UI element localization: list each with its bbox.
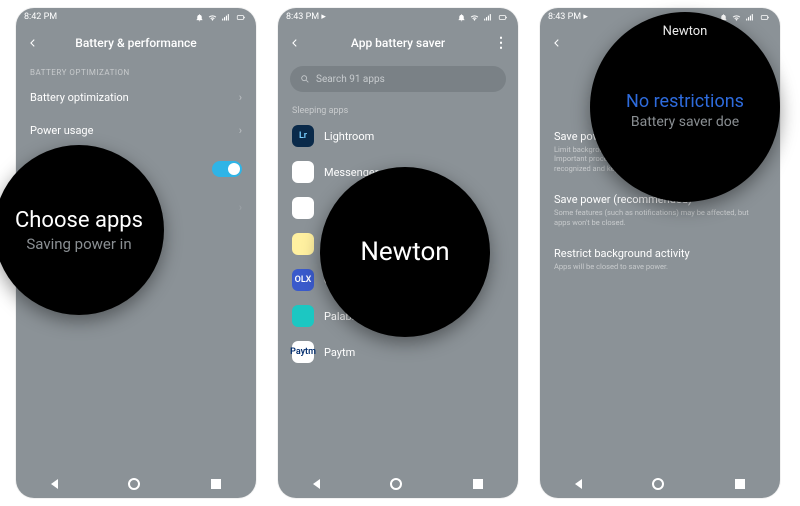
app-name: Lightroom [324,130,374,143]
back-icon[interactable] [288,36,302,50]
screen-header: App battery saver ⋮ [278,26,518,60]
nav-bar [278,470,518,498]
search-icon [300,74,310,84]
nav-home-icon[interactable] [390,478,402,490]
page-title: App battery saver [302,36,494,50]
back-icon[interactable] [26,36,40,50]
lens-title: Newton [360,237,449,267]
more-icon[interactable]: ⋮ [494,35,508,51]
nav-recents-icon[interactable] [735,479,745,489]
chevron-right-icon: › [239,201,242,214]
app-row[interactable]: Paytm Paytm [278,334,518,370]
battery-icon [234,13,248,22]
notification-off-icon [457,13,466,22]
nav-home-icon[interactable] [128,478,140,490]
app-icon [292,161,314,183]
row-battery-optimization[interactable]: Battery optimization › [16,81,256,114]
row-power-usage[interactable]: Power usage › [16,114,256,147]
search-input[interactable]: Search 91 apps [290,66,506,92]
magnifier-newton: Newton [320,167,490,337]
nav-back-icon[interactable] [313,479,320,489]
nav-back-icon[interactable] [575,479,582,489]
magnifier-no-restrictions: Newton No restrictions Battery saver doe [590,12,780,202]
back-icon[interactable] [550,36,564,50]
app-icon: OLX [292,269,314,291]
battery-icon [496,13,510,22]
signal-icon [483,13,492,22]
search-placeholder: Search 91 apps [316,74,385,85]
app-icon [292,305,314,327]
nav-recents-icon[interactable] [211,479,221,489]
chevron-right-icon: › [239,91,242,104]
wifi-icon [470,13,479,22]
status-icons [457,13,510,22]
row-label: Power usage [30,124,93,137]
wifi-icon [208,13,217,22]
magnifier-choose-apps: Choose apps Saving power in [0,145,164,315]
nav-recents-icon[interactable] [473,479,483,489]
status-icons [195,13,248,22]
section-label: BATTERY OPTIMIZATION [16,60,256,81]
option-subtitle: Apps will be closed to save power. [554,262,766,271]
status-bar: 8:43 PM ▸ [278,8,518,26]
option-restrict-background[interactable]: Restrict background activity Apps will b… [540,237,780,281]
toggle-auto-battery[interactable] [212,161,242,177]
nav-back-icon[interactable] [51,479,58,489]
wifi-icon [732,13,741,22]
app-row[interactable]: Lr Lightroom [278,118,518,154]
option-title: Restrict background activity [554,247,766,260]
signal-icon [745,13,754,22]
app-icon: Lr [292,125,314,147]
status-time: 8:42 PM [24,12,57,22]
status-time: 8:43 PM ▸ [286,12,326,22]
app-icon: Paytm [292,341,314,363]
app-icon [292,197,314,219]
status-icons [719,13,772,22]
lens-title: Choose apps [15,208,143,233]
lens-subtitle: Saving power in [26,235,131,253]
battery-icon [758,13,772,22]
row-label: Battery optimization [30,91,129,104]
notification-off-icon [195,13,204,22]
lens-subtitle: Battery saver doe [631,114,739,130]
lens-main: No restrictions [626,91,744,112]
lens-header: Newton [663,24,708,39]
chevron-right-icon: › [239,124,242,137]
signal-icon [221,13,230,22]
page-title: Battery & performance [40,36,232,50]
list-section-label: Sleeping apps [278,96,518,118]
option-subtitle: Some features (such as notifications) ma… [554,208,766,227]
nav-bar [540,470,780,498]
nav-home-icon[interactable] [652,478,664,490]
nav-bar [16,470,256,498]
app-icon [292,233,314,255]
status-bar: 8:42 PM [16,8,256,26]
app-name: Paytm [324,346,355,359]
status-time: 8:43 PM ▸ [548,12,588,22]
screen-header: Battery & performance [16,26,256,60]
